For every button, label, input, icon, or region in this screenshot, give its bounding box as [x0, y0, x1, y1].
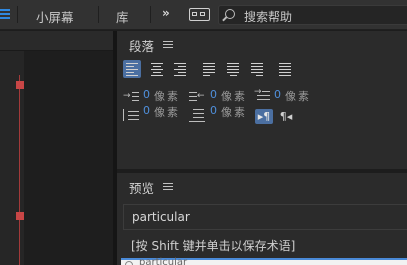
- align-left-button[interactable]: [123, 60, 141, 78]
- canvas-view[interactable]: [24, 51, 113, 265]
- justify-last-center-button[interactable]: [224, 60, 242, 78]
- divider: [98, 6, 99, 23]
- left-indent-unit: 像素: [154, 90, 180, 103]
- tab-library[interactable]: 库: [116, 7, 129, 26]
- guide-marker[interactable]: [16, 212, 24, 220]
- workspace-bar: 小屏幕 库 » 搜索帮助: [0, 0, 407, 30]
- document-panel: [0, 31, 113, 265]
- divider: [17, 6, 18, 23]
- save-term-hint: [按 Shift 键并单击以保存术语]: [131, 239, 296, 253]
- chevrons-right-icon[interactable]: »: [162, 6, 170, 20]
- justify-last-right-button[interactable]: [248, 60, 266, 78]
- preview-text: particular: [132, 210, 190, 224]
- search-icon: [225, 9, 235, 19]
- text-direction-rtl-button[interactable]: ▸¶: [255, 109, 273, 124]
- term-input-text: particular: [139, 257, 188, 265]
- space-before-value[interactable]: 0: [143, 104, 150, 117]
- right-panel: 段落 → 0 像素 ← 0 像素 → 0 像素 0 像素 0 像素 ▸¶ ¶◂ …: [117, 31, 407, 265]
- space-after-icon: [189, 108, 205, 123]
- divider: [150, 6, 151, 23]
- panel-separator[interactable]: [117, 169, 407, 173]
- term-input[interactable]: particular: [121, 257, 407, 265]
- document-tab-bar: [0, 31, 113, 51]
- workspace-switch-icon[interactable]: [189, 8, 210, 21]
- space-after-value[interactable]: 0: [210, 104, 217, 117]
- align-right-button[interactable]: [171, 60, 189, 78]
- right-indent-icon: ←: [189, 90, 205, 104]
- justify-all-button[interactable]: [276, 60, 294, 78]
- search-placeholder: 搜索帮助: [244, 10, 293, 24]
- preview-panel-title: 预览: [129, 181, 155, 196]
- justify-last-left-button[interactable]: [200, 60, 218, 78]
- left-indent-value[interactable]: 0: [143, 88, 150, 101]
- space-before-icon: [123, 108, 139, 122]
- align-center-button[interactable]: [148, 60, 166, 78]
- panel-menu-icon[interactable]: [163, 40, 173, 49]
- bleed-guide: [19, 75, 20, 265]
- paragraph-panel-title: 段落: [129, 39, 155, 54]
- space-after-unit: 像素: [221, 106, 247, 119]
- first-line-indent-value[interactable]: 0: [274, 88, 281, 101]
- panel-menu-icon[interactable]: [163, 182, 173, 191]
- right-indent-value[interactable]: 0: [210, 88, 217, 101]
- hamburger-icon[interactable]: [0, 7, 12, 21]
- preview-area: particular: [123, 204, 407, 230]
- left-indent-icon: →: [123, 90, 139, 104]
- first-line-indent-unit: 像素: [285, 90, 311, 103]
- tab-small-screen[interactable]: 小屏幕: [36, 7, 74, 26]
- right-indent-unit: 像素: [221, 90, 247, 103]
- space-before-unit: 像素: [154, 106, 180, 119]
- first-line-indent-icon: →: [254, 88, 270, 102]
- guide-marker[interactable]: [16, 81, 24, 89]
- radio-icon[interactable]: [125, 261, 133, 265]
- search-input[interactable]: 搜索帮助: [218, 5, 407, 25]
- text-direction-ltr-button[interactable]: ¶◂: [277, 109, 295, 124]
